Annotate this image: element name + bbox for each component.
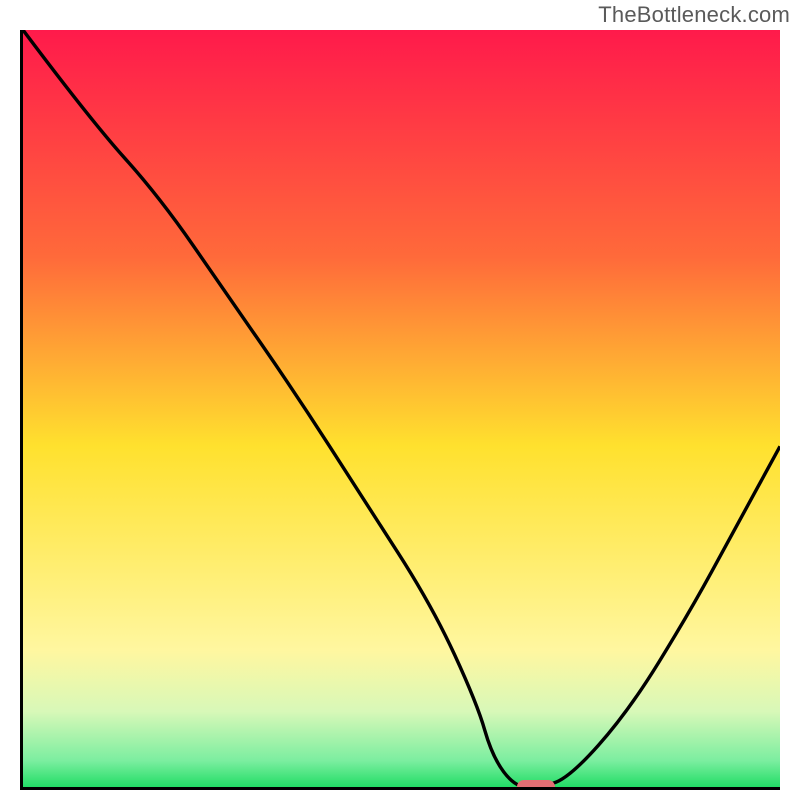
chart-canvas: TheBottleneck.com — [0, 0, 800, 800]
watermark-text: TheBottleneck.com — [598, 2, 790, 28]
curve-path — [23, 30, 780, 787]
plot-area — [20, 30, 780, 790]
optimal-marker — [517, 780, 555, 790]
bottleneck-curve — [23, 30, 780, 787]
